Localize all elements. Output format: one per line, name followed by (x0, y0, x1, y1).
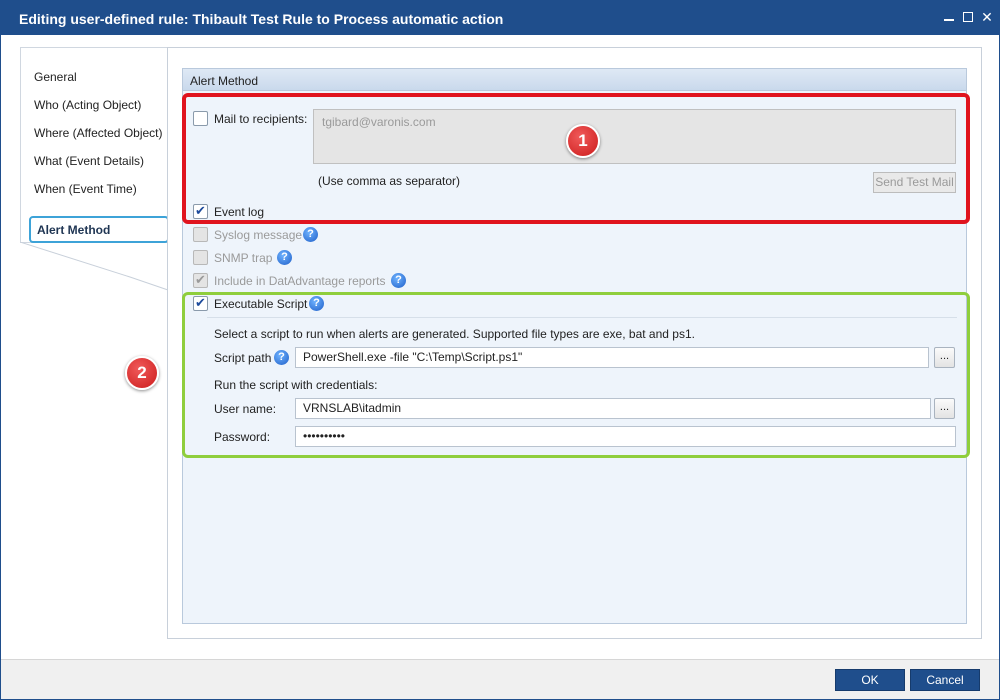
nav-item-general[interactable]: General (34, 70, 77, 90)
nav-tab-connector (20, 242, 169, 291)
dialog-window: Editing user-defined rule: Thibault Test… (0, 0, 1000, 700)
minimize-icon[interactable] (941, 9, 957, 25)
title-bar: Editing user-defined rule: Thibault Test… (1, 1, 999, 35)
nav-item-who[interactable]: Who (Acting Object) (34, 98, 141, 118)
annotation-badge-1: 1 (566, 124, 600, 158)
highlight-box-1 (182, 93, 970, 224)
syslog-label: Syslog message (214, 228, 303, 242)
maximize-icon[interactable] (960, 9, 976, 25)
cancel-button[interactable]: Cancel (910, 669, 980, 691)
rule-sections-nav: General Who (Acting Object) Where (Affec… (20, 47, 170, 243)
question-circle-icon[interactable]: ? (303, 227, 318, 242)
question-circle-icon[interactable]: ? (391, 273, 406, 288)
close-icon[interactable]: ✕ (979, 9, 995, 25)
include-reports-checkbox[interactable] (193, 272, 208, 288)
nav-item-what[interactable]: What (Event Details) (34, 154, 144, 174)
section-title: Alert Method (190, 74, 259, 88)
annotation-badge-2: 2 (125, 356, 159, 390)
section-header: Alert Method (183, 69, 966, 91)
question-circle-icon[interactable]: ? (277, 250, 292, 265)
snmp-checkbox[interactable] (193, 250, 208, 265)
window-title: Editing user-defined rule: Thibault Test… (19, 11, 504, 27)
highlight-box-2 (182, 292, 970, 458)
nav-item-where[interactable]: Where (Affected Object) (34, 126, 163, 146)
nav-item-alert-method[interactable]: Alert Method (29, 216, 169, 243)
syslog-checkbox[interactable] (193, 227, 208, 242)
ok-button[interactable]: OK (835, 669, 905, 691)
nav-item-when[interactable]: When (Event Time) (34, 182, 137, 202)
nav-item-label: Alert Method (37, 223, 111, 237)
include-reports-label: Include in DatAdvantage reports (214, 274, 386, 288)
snmp-label: SNMP trap (214, 251, 273, 265)
